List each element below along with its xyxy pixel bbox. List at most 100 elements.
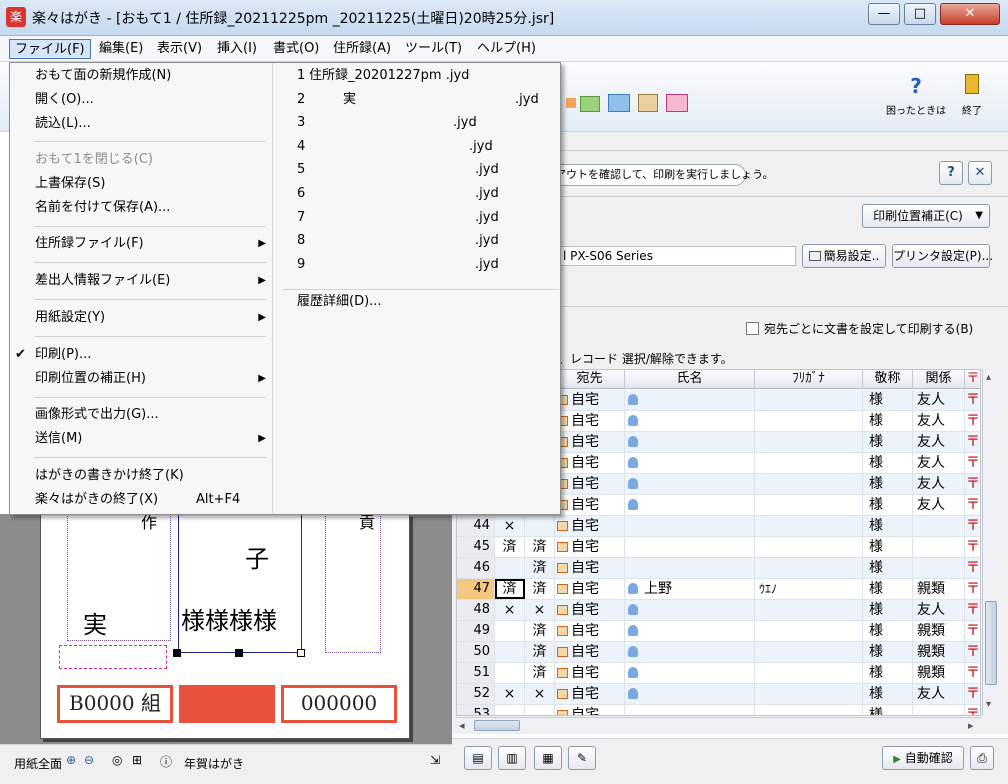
scroll-left-icon[interactable]: ◂ bbox=[459, 719, 465, 732]
tool-arrow-icon[interactable] bbox=[566, 98, 576, 108]
kana-cell[interactable] bbox=[755, 600, 863, 620]
table-view-icon[interactable]: ▦ bbox=[534, 746, 562, 770]
row-number[interactable]: 44 bbox=[457, 516, 495, 536]
kana-cell[interactable]: ｳｴﾉ bbox=[755, 579, 863, 599]
print-position-adjust-button[interactable]: 印刷位置補正(C) ▼ bbox=[862, 204, 990, 228]
print-status-cell[interactable] bbox=[495, 642, 525, 662]
relation-cell[interactable]: 親類 bbox=[913, 621, 965, 641]
destination-cell[interactable]: 自宅 bbox=[555, 600, 625, 620]
honorific-cell[interactable]: 様 bbox=[863, 432, 913, 452]
destination-cell[interactable]: 自宅 bbox=[555, 684, 625, 704]
name-cell[interactable] bbox=[625, 663, 755, 683]
row-number[interactable]: 53 bbox=[457, 705, 495, 715]
menu-history-details[interactable]: 履歴詳細(D)... bbox=[297, 291, 577, 313]
scroll-right-icon[interactable]: ▸ bbox=[968, 719, 974, 732]
print-status-cell[interactable]: × bbox=[495, 600, 525, 620]
table-row[interactable]: 47 済済自宅 上野 ｳｴﾉ様親類〒 bbox=[457, 579, 980, 600]
postal-mark-icon[interactable]: 〒 bbox=[965, 390, 980, 410]
print-status-cell[interactable]: 済 bbox=[495, 579, 525, 599]
kana-cell[interactable] bbox=[755, 537, 863, 557]
postal-mark-icon[interactable]: 〒 bbox=[965, 516, 980, 536]
name-cell[interactable] bbox=[625, 474, 755, 494]
recent-file-item[interactable]: 4 .jyd bbox=[279, 136, 559, 158]
grid-header-destination[interactable]: 宛先 bbox=[555, 370, 625, 389]
per-recipient-checkbox[interactable] bbox=[746, 322, 759, 335]
postal-mark-icon[interactable]: 〒 bbox=[965, 495, 980, 515]
kana-cell[interactable] bbox=[755, 642, 863, 662]
row-number[interactable]: 49 bbox=[457, 621, 495, 641]
name-cell[interactable] bbox=[625, 495, 755, 515]
menu-open[interactable]: 開く(O)... bbox=[10, 89, 272, 111]
scroll-up-icon[interactable]: ▴ bbox=[986, 372, 991, 383]
recent-file-item[interactable]: 7 .jyd bbox=[279, 207, 559, 229]
menu-save[interactable]: 上書保存(S) bbox=[10, 173, 272, 195]
relation-cell[interactable]: 友人 bbox=[913, 411, 965, 431]
table-row[interactable]: 53 自宅 様 〒 bbox=[457, 705, 980, 715]
name-cell[interactable] bbox=[625, 537, 755, 557]
honorific-cell[interactable]: 様 bbox=[863, 684, 913, 704]
menu-end-writing[interactable]: はがきの書きかけ終了(K) bbox=[10, 465, 272, 487]
postal-mark-icon[interactable]: 〒 bbox=[965, 537, 980, 557]
sent-status-cell[interactable]: 済 bbox=[525, 621, 555, 641]
tool-image-icon[interactable] bbox=[608, 94, 630, 112]
row-number[interactable]: 45 bbox=[457, 537, 495, 557]
postal-mark-icon[interactable]: 〒 bbox=[965, 432, 980, 452]
sent-status-cell[interactable]: 済 bbox=[525, 558, 555, 578]
exit-button[interactable]: 終了 bbox=[942, 74, 1002, 117]
destination-cell[interactable]: 自宅 bbox=[555, 432, 625, 452]
table-row[interactable]: 50 済自宅 様親類〒 bbox=[457, 642, 980, 663]
kana-cell[interactable] bbox=[755, 558, 863, 578]
name-cell[interactable] bbox=[625, 453, 755, 473]
sent-status-cell[interactable]: × bbox=[525, 684, 555, 704]
resize-handle[interactable] bbox=[297, 649, 305, 657]
menu-sender-file[interactable]: 差出人情報ファイル(E) ▶ bbox=[10, 270, 272, 292]
menu-insert[interactable]: 挿入(I) bbox=[212, 39, 262, 59]
kana-cell[interactable] bbox=[755, 474, 863, 494]
kana-cell[interactable] bbox=[755, 453, 863, 473]
honorific-cell[interactable]: 様 bbox=[863, 621, 913, 641]
relation-cell[interactable]: 友人 bbox=[913, 474, 965, 494]
select-records-icon[interactable]: ▤ bbox=[464, 746, 492, 770]
row-number[interactable]: 46 bbox=[457, 558, 495, 578]
destination-cell[interactable]: 自宅 bbox=[555, 663, 625, 683]
honorific-cell[interactable]: 様 bbox=[863, 453, 913, 473]
relation-cell[interactable]: 友人 bbox=[913, 390, 965, 410]
table-row[interactable]: 52 × × 自宅様友人〒 bbox=[457, 684, 980, 705]
postal-mark-icon[interactable]: 〒 bbox=[965, 684, 980, 704]
relation-cell[interactable]: 友人 bbox=[913, 453, 965, 473]
postal-mark-icon[interactable]: 〒 bbox=[965, 453, 980, 473]
name-cell[interactable] bbox=[625, 621, 755, 641]
recent-file-item[interactable]: 8 .jyd bbox=[279, 230, 559, 252]
close-window-button[interactable]: ✕ bbox=[940, 3, 1000, 25]
row-number[interactable]: 47 bbox=[457, 579, 495, 599]
relation-cell[interactable] bbox=[913, 705, 965, 715]
name-cell[interactable] bbox=[625, 558, 755, 578]
kana-cell[interactable] bbox=[755, 495, 863, 515]
relation-cell[interactable]: 友人 bbox=[913, 684, 965, 704]
name-cell[interactable] bbox=[625, 411, 755, 431]
destination-cell[interactable]: 自宅 bbox=[555, 516, 625, 536]
relation-cell[interactable]: 友人 bbox=[913, 432, 965, 452]
destination-cell[interactable]: 自宅 bbox=[555, 558, 625, 578]
honorific-cell[interactable]: 様 bbox=[863, 579, 913, 599]
kana-cell[interactable] bbox=[755, 684, 863, 704]
destination-cell[interactable]: 自宅 bbox=[555, 474, 625, 494]
sent-status-cell[interactable]: × bbox=[525, 600, 555, 620]
menu-file[interactable]: ファイル(F) bbox=[9, 39, 91, 59]
scroll-thumb[interactable] bbox=[985, 601, 997, 685]
postal-mark-icon[interactable]: 〒 bbox=[965, 642, 980, 662]
relation-cell[interactable] bbox=[913, 558, 965, 578]
name-cell[interactable] bbox=[625, 600, 755, 620]
fit-page-icon[interactable]: ◎ bbox=[112, 753, 122, 767]
print-status-cell[interactable] bbox=[495, 621, 525, 641]
resize-handle[interactable] bbox=[173, 649, 181, 657]
menu-address-file[interactable]: 住所録ファイル(F) ▶ bbox=[10, 233, 272, 255]
row-number[interactable]: 52 bbox=[457, 684, 495, 704]
postcard-preview[interactable]: 作 実 子 様様様様 貢 B0000 組 000000 bbox=[40, 513, 410, 739]
edit-record-icon[interactable]: ✎ bbox=[568, 746, 596, 770]
destination-cell[interactable]: 自宅 bbox=[555, 705, 625, 715]
grid-header-honorific[interactable]: 敬称 bbox=[863, 370, 913, 389]
recent-file-item[interactable]: 1 住所録_20201227pm .jyd bbox=[279, 65, 559, 87]
postal-mark-icon[interactable]: 〒 bbox=[965, 705, 980, 715]
relation-cell[interactable]: 親類 bbox=[913, 663, 965, 683]
